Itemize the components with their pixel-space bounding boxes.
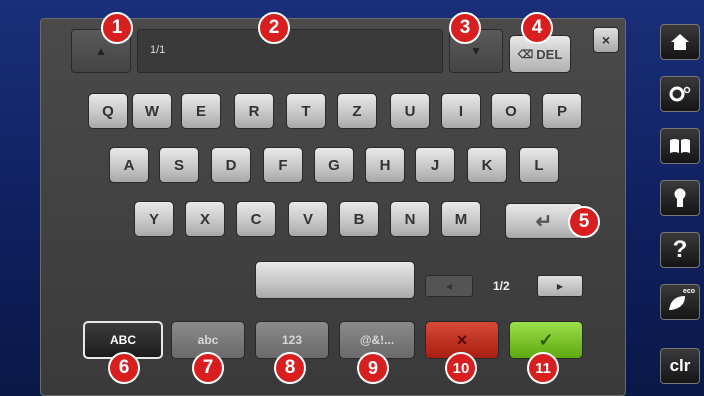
home-icon <box>671 34 689 50</box>
eco-button[interactable]: eco <box>660 284 700 320</box>
page-indicator: 1/1 <box>150 44 166 56</box>
chevron-left-icon: ◀ <box>445 281 453 291</box>
key-u[interactable]: U <box>390 93 430 129</box>
bulb-icon <box>674 188 686 207</box>
key-a[interactable]: A <box>109 147 149 183</box>
key-q[interactable]: Q <box>88 93 128 129</box>
lowercase-label: abc <box>197 333 219 347</box>
key-j[interactable]: J <box>415 147 455 183</box>
key-x[interactable]: X <box>185 201 225 237</box>
symbols-label: @&!... <box>359 333 395 347</box>
callout-badge-3: 3 <box>449 12 481 44</box>
key-z[interactable]: Z <box>337 93 377 129</box>
text-input-field[interactable]: 1/1 <box>137 29 443 73</box>
key-g[interactable]: G <box>314 147 354 183</box>
tutorial-button[interactable] <box>660 180 700 216</box>
settings-button[interactable] <box>660 76 700 112</box>
key-k[interactable]: K <box>467 147 507 183</box>
manual-button[interactable] <box>660 128 700 164</box>
callout-badge-11: 11 <box>527 352 559 384</box>
close-button[interactable]: × <box>593 27 619 53</box>
key-t[interactable]: T <box>286 93 326 129</box>
page-counter: 1/2 <box>493 279 510 293</box>
key-m[interactable]: M <box>441 201 481 237</box>
key-e[interactable]: E <box>181 93 221 129</box>
leaf-icon: eco <box>667 288 695 314</box>
right-sidebar: ? eco clr <box>656 8 704 394</box>
key-v[interactable]: V <box>288 201 328 237</box>
clear-label: clr <box>669 356 691 375</box>
callout-badge-10: 10 <box>445 352 477 384</box>
key-c[interactable]: C <box>236 201 276 237</box>
callout-badge-2: 2 <box>258 12 290 44</box>
close-icon: × <box>601 32 611 48</box>
callout-badge-8: 8 <box>274 352 306 384</box>
confirm-icon: ✓ <box>538 329 554 350</box>
key-b[interactable]: B <box>339 201 379 237</box>
key-p[interactable]: P <box>542 93 582 129</box>
key-o[interactable]: O <box>491 93 531 129</box>
uppercase-label: ABC <box>110 333 136 347</box>
page-next-button[interactable]: ▶ <box>537 275 583 297</box>
eco-label: eco <box>682 288 695 295</box>
keyboard-dialog: ▲ 1/1 ▼ ⌫ DEL × Q W E R T Z U I O P A S … <box>40 18 626 396</box>
numbers-label: 123 <box>281 333 303 347</box>
help-icon: ? <box>672 236 688 263</box>
enter-icon: ↵ <box>535 210 553 233</box>
chevron-right-icon: ▶ <box>556 281 564 291</box>
book-icon <box>670 139 690 153</box>
callout-badge-1: 1 <box>101 12 133 44</box>
key-r[interactable]: R <box>234 93 274 129</box>
cancel-icon: × <box>456 329 468 350</box>
space-bar[interactable] <box>255 261 415 299</box>
key-i[interactable]: I <box>441 93 481 129</box>
gear-icon <box>669 86 691 102</box>
key-y[interactable]: Y <box>134 201 174 237</box>
key-l[interactable]: L <box>519 147 559 183</box>
home-button[interactable] <box>660 24 700 60</box>
callout-badge-9: 9 <box>357 352 389 384</box>
key-w[interactable]: W <box>132 93 172 129</box>
key-f[interactable]: F <box>263 147 303 183</box>
help-button[interactable]: ? <box>660 232 700 268</box>
chevron-down-icon: ▼ <box>470 44 482 58</box>
clear-button[interactable]: clr <box>660 348 700 384</box>
key-s[interactable]: S <box>159 147 199 183</box>
callout-badge-6: 6 <box>108 352 140 384</box>
page-prev-button[interactable]: ◀ <box>425 275 473 297</box>
key-n[interactable]: N <box>390 201 430 237</box>
screen-background: ▲ 1/1 ▼ ⌫ DEL × Q W E R T Z U I O P A S … <box>0 0 704 396</box>
key-h[interactable]: H <box>365 147 405 183</box>
key-d[interactable]: D <box>211 147 251 183</box>
backspace-icon: ⌫ <box>517 48 534 61</box>
callout-badge-5: 5 <box>568 206 600 238</box>
chevron-up-icon: ▲ <box>95 44 107 58</box>
delete-label: DEL <box>536 46 563 62</box>
callout-badge-7: 7 <box>192 352 224 384</box>
callout-badge-4: 4 <box>521 12 553 44</box>
